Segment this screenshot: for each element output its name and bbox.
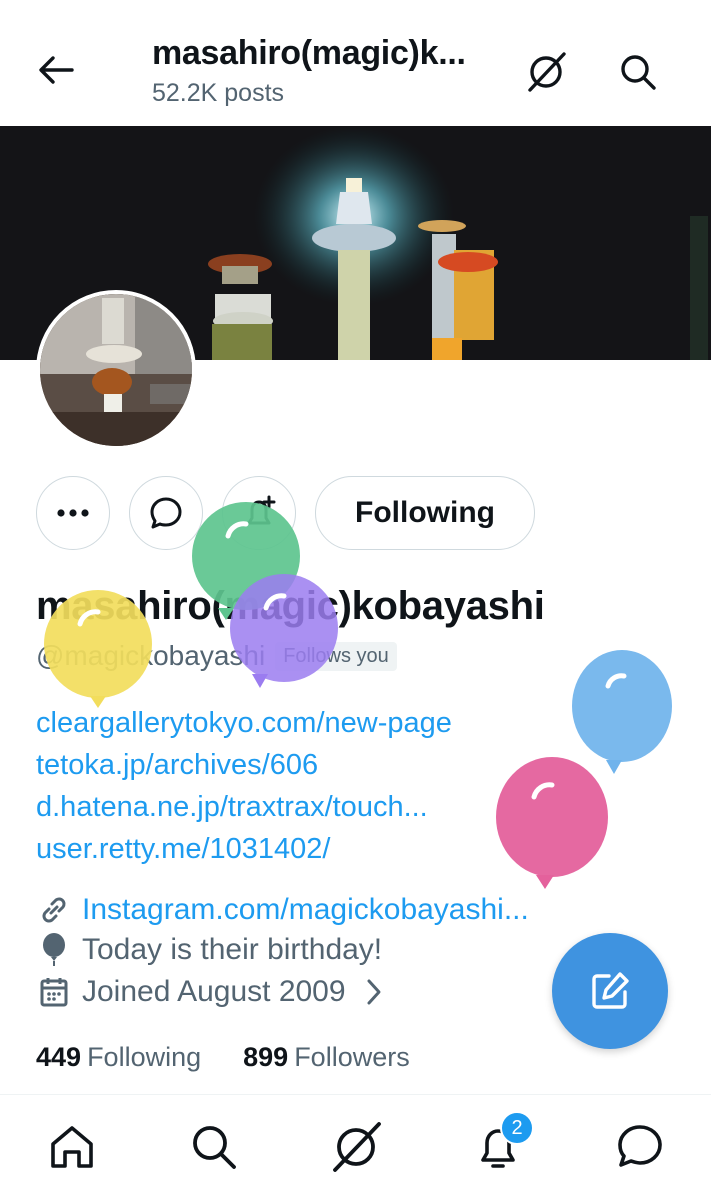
joined-row[interactable]: Joined August 2009 [36, 974, 392, 1010]
website-link[interactable]: Instagram.com/magickobayashi... [82, 893, 529, 927]
compose-icon [592, 972, 629, 1009]
bottom-navigation: 2 [0, 1094, 711, 1200]
nav-messages[interactable] [612, 1119, 668, 1175]
bio-link[interactable]: d.hatena.ne.jp/traxtrax/touch... [36, 786, 452, 828]
following-stat[interactable]: 449 Following [36, 1042, 201, 1073]
balloon-yellow [44, 590, 152, 708]
messages-icon [618, 1125, 662, 1167]
nav-search[interactable] [186, 1119, 242, 1175]
following-label: Following [87, 1042, 202, 1072]
balloon-icon [36, 932, 72, 968]
following-button[interactable]: Following [315, 476, 535, 550]
home-icon [51, 1126, 93, 1168]
compose-post-button[interactable] [552, 933, 668, 1049]
more-options-button[interactable] [36, 476, 110, 550]
more-dots-icon [57, 509, 89, 517]
followers-stat[interactable]: 899 Followers [243, 1042, 410, 1073]
nav-home[interactable] [44, 1119, 100, 1175]
notification-badge: 2 [500, 1111, 534, 1145]
post-count: 52.2K posts [152, 79, 285, 107]
grok-icon [333, 1122, 381, 1172]
header-title-block: masahiro(magic)k... 52.2K posts [152, 34, 512, 108]
chevron-right-icon [356, 974, 392, 1010]
website-row: Instagram.com/magickobayashi... [36, 892, 529, 928]
search-icon[interactable] [614, 48, 662, 96]
followers-count: 899 [243, 1042, 289, 1072]
grok-icon[interactable] [522, 48, 570, 96]
balloon-pink [496, 757, 608, 889]
following-count: 449 [36, 1042, 82, 1072]
search-icon [193, 1126, 236, 1169]
birthday-row: Today is their birthday! [36, 932, 382, 968]
followers-label: Followers [294, 1042, 410, 1072]
message-bubble-icon [150, 497, 182, 529]
birthday-text: Today is their birthday! [82, 933, 383, 966]
nav-notifications[interactable]: 2 [470, 1111, 534, 1175]
balloon-purple [230, 574, 338, 688]
bio-link[interactable]: tetoka.jp/archives/606 [36, 744, 452, 786]
bio-links: cleargallerytokyo.com/new-page tetoka.jp… [36, 702, 452, 870]
top-bar: masahiro(magic)k... 52.2K posts [0, 0, 711, 126]
follow-stats: 449 Following 899 Followers [36, 1042, 410, 1073]
avatar[interactable] [36, 290, 196, 450]
calendar-icon [36, 974, 72, 1010]
link-icon [36, 892, 72, 928]
joined-text: Joined August 2009 [82, 975, 346, 1008]
page-title: masahiro(magic)k... [152, 34, 466, 72]
bio-link[interactable]: user.retty.me/1031402/ [36, 828, 452, 870]
nav-grok[interactable] [328, 1119, 384, 1175]
back-arrow-icon[interactable] [34, 50, 78, 90]
